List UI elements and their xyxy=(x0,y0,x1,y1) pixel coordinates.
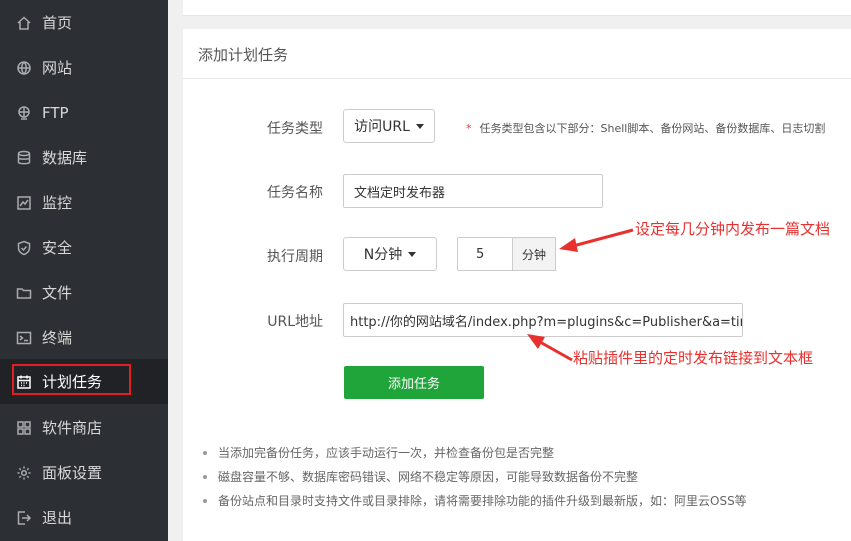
notes-list: 当添加完备份任务，应该手动运行一次，并检查备份包是否完整 磁盘容量不够、数据库密… xyxy=(203,445,747,517)
minutes-value: 5 xyxy=(476,246,485,262)
sidebar-item-website[interactable]: 网站 xyxy=(0,45,168,90)
cycle-annotation: 设定每几分钟内发布一篇文档 xyxy=(635,220,831,238)
logout-icon xyxy=(16,510,32,526)
task-type-value: 访问URL xyxy=(354,119,410,135)
task-name-value: 文档定时发布器 xyxy=(354,185,446,201)
sidebar-item-label: 数据库 xyxy=(42,149,88,167)
sidebar-item-home[interactable]: 首页 xyxy=(0,0,168,45)
page-title: 添加计划任务 xyxy=(198,46,289,64)
apps-icon xyxy=(16,420,32,436)
sidebar-item-ftp[interactable]: FTP xyxy=(0,90,168,135)
task-name-input[interactable]: 文档定时发布器 xyxy=(343,174,603,208)
terminal-icon xyxy=(16,330,32,346)
sidebar-item-label: 退出 xyxy=(42,509,73,527)
sidebar-item-database[interactable]: 数据库 xyxy=(0,135,168,180)
calendar-icon xyxy=(16,374,32,390)
panel-header: 添加计划任务 xyxy=(183,29,851,79)
home-icon xyxy=(16,15,32,31)
list-item: 磁盘容量不够、数据库密码错误、网络不稳定等原因，可能导致数据备份不完整 xyxy=(203,469,747,493)
cycle-label: 执行周期 xyxy=(267,249,323,265)
sidebar: 首页 网站 FTP 数据库 监控 安全 文件 终端 计划任务 软件商店 面板设置 xyxy=(0,0,168,541)
sidebar-item-label: 首页 xyxy=(42,14,73,32)
list-item: 备份站点和目录时支持文件或目录排除，请将需要排除功能的插件升级到最新版，如：阿里… xyxy=(203,493,747,517)
sidebar-item-label: 计划任务 xyxy=(42,373,103,391)
url-value: http://你的网站域名/index.php?m=plugins&c=Publ… xyxy=(350,314,742,330)
sidebar-item-files[interactable]: 文件 xyxy=(0,270,168,315)
minutes-unit: 分钟 xyxy=(512,237,556,271)
sidebar-item-label: 监控 xyxy=(42,194,73,212)
cycle-select[interactable]: N分钟 xyxy=(343,237,437,271)
sidebar-item-label: 面板设置 xyxy=(42,464,103,482)
chevron-down-icon xyxy=(415,123,424,129)
url-label: URL地址 xyxy=(267,314,323,330)
sidebar-item-logout[interactable]: 退出 xyxy=(0,495,168,540)
url-annotation: 粘贴插件里的定时发布链接到文本框 xyxy=(573,349,814,367)
add-task-button[interactable]: 添加任务 xyxy=(344,366,484,399)
ftp-icon xyxy=(16,105,32,121)
sidebar-item-store[interactable]: 软件商店 xyxy=(0,405,168,450)
minutes-input[interactable]: 5 xyxy=(457,237,513,271)
task-name-label: 任务名称 xyxy=(267,185,323,201)
sidebar-item-label: FTP xyxy=(42,103,69,122)
sidebar-item-security[interactable]: 安全 xyxy=(0,225,168,270)
sidebar-item-label: 安全 xyxy=(42,239,73,257)
folder-icon xyxy=(16,285,32,301)
add-cron-panel: 添加计划任务 任务类型 访问URL * 任务类型包含以下部分：Shell脚本、备份… xyxy=(183,29,851,541)
database-icon xyxy=(16,150,32,166)
sidebar-item-label: 软件商店 xyxy=(42,419,103,437)
globe-icon xyxy=(16,60,32,76)
cycle-value: N分钟 xyxy=(363,247,403,263)
task-type-hint-text: 任务类型包含以下部分：Shell脚本、备份网站、备份数据库、日志切割 xyxy=(479,122,826,135)
sidebar-item-label: 终端 xyxy=(42,329,73,347)
task-type-label: 任务类型 xyxy=(267,121,323,137)
sidebar-item-label: 文件 xyxy=(42,284,73,302)
top-card xyxy=(183,0,851,16)
sidebar-item-settings[interactable]: 面板设置 xyxy=(0,450,168,495)
list-item: 当添加完备份任务，应该手动运行一次，并检查备份包是否完整 xyxy=(203,445,747,469)
gear-icon xyxy=(16,465,32,481)
sidebar-item-label: 网站 xyxy=(42,59,73,77)
task-type-hint: * 任务类型包含以下部分：Shell脚本、备份网站、备份数据库、日志切割 xyxy=(466,120,825,136)
task-type-select[interactable]: 访问URL xyxy=(343,109,435,143)
chevron-down-icon xyxy=(408,251,417,257)
required-star: * xyxy=(466,122,472,135)
shield-icon xyxy=(16,240,32,256)
monitor-icon xyxy=(16,195,32,211)
sidebar-item-terminal[interactable]: 终端 xyxy=(0,315,168,360)
sidebar-item-monitor[interactable]: 监控 xyxy=(0,180,168,225)
url-input[interactable]: http://你的网站域名/index.php?m=plugins&c=Publ… xyxy=(343,303,743,337)
sidebar-item-cron[interactable]: 计划任务 xyxy=(0,359,168,404)
